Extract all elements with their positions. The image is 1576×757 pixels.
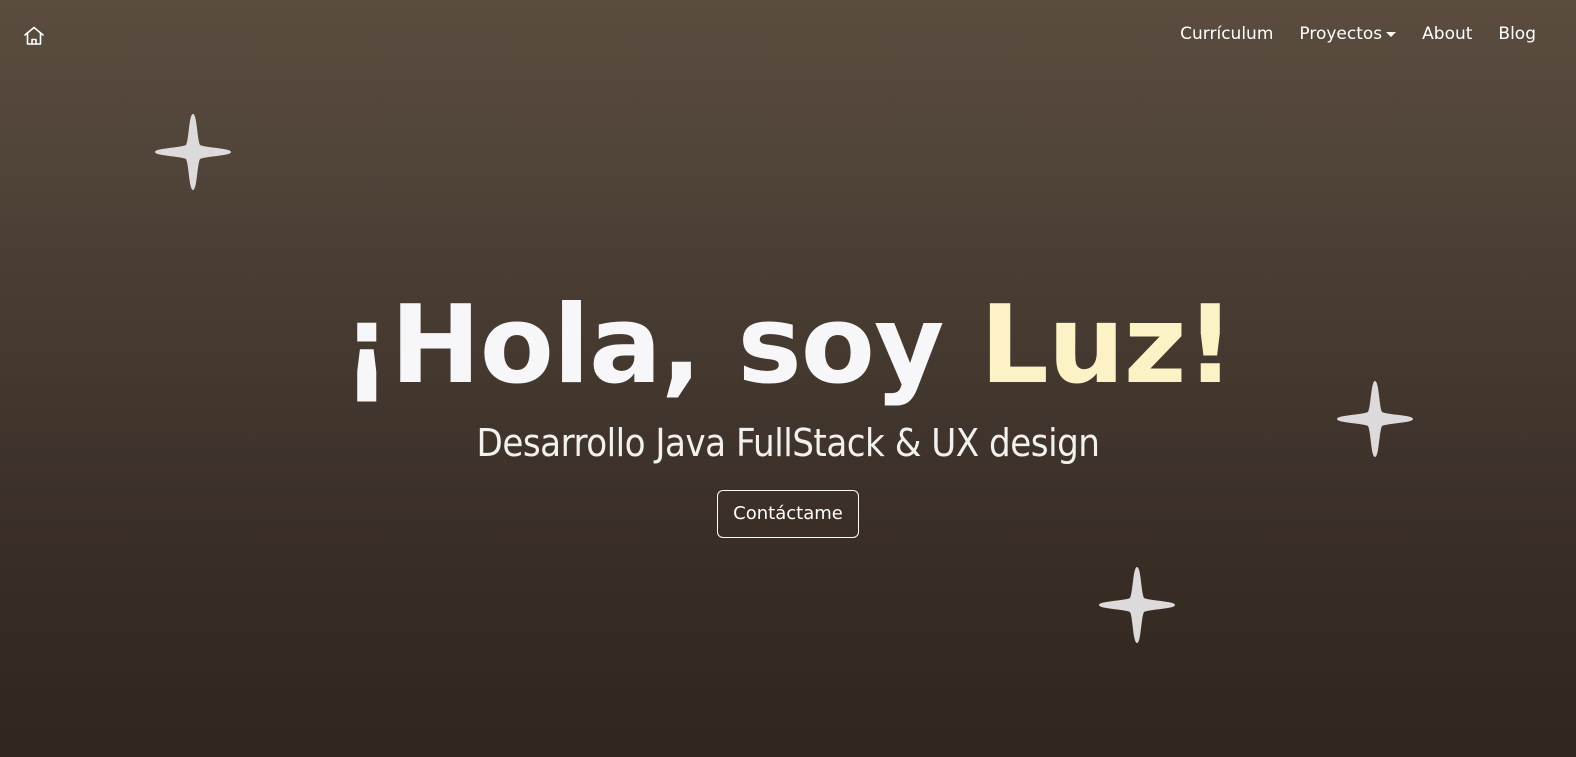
nav-item-label: Blog [1498,24,1536,44]
nav-item-proyectos-dropdown[interactable]: Proyectos [1299,24,1397,44]
nav-item-blog[interactable]: Blog [1498,24,1536,44]
nav-item-label: Proyectos [1299,24,1383,44]
hero-section: ¡Hola, soy Luz! Desarrollo Java FullStac… [0,278,1576,538]
nav-item-about[interactable]: About [1422,24,1472,44]
caret-down-icon [1386,32,1397,37]
nav-item-label: Currículum [1180,24,1274,44]
hero-subtitle: Desarrollo Java FullStack & UX design [476,421,1100,465]
cta-container: Contáctame [0,490,1576,538]
contact-button[interactable]: Contáctame [717,490,859,538]
home-icon [24,26,44,45]
nav-item-label: About [1422,24,1473,44]
navbar: Currículum Proyectos About Blog [0,0,1576,72]
hero-title-greeting: ¡Hola, soy [342,283,980,408]
nav-menu: Currículum Proyectos About Blog [1180,24,1536,44]
sparkle-icon [1099,567,1175,643]
hero-title-name: Luz! [980,283,1235,408]
nav-item-curriculum[interactable]: Currículum [1180,24,1273,44]
hero-title: ¡Hola, soy Luz! [0,278,1576,414]
sparkle-icon [155,114,231,190]
home-link[interactable] [22,24,46,48]
